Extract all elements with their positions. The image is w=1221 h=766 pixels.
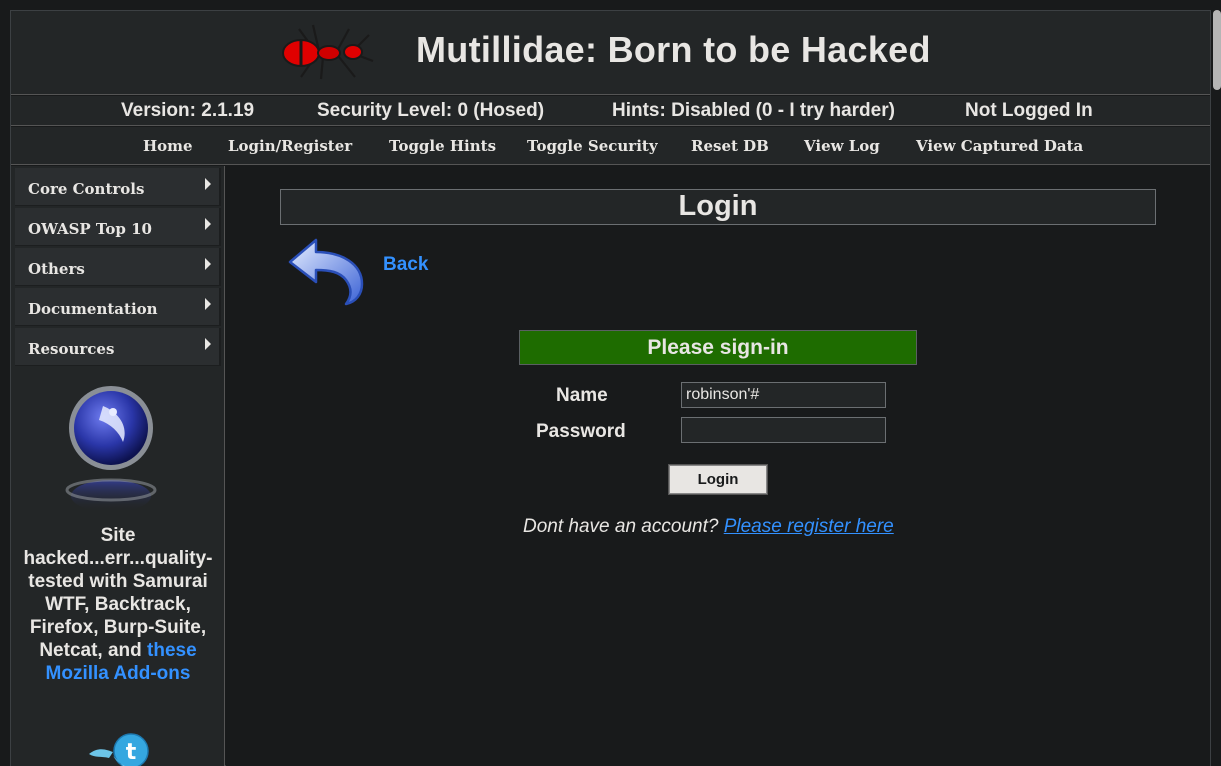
login-button[interactable]: Login: [668, 464, 768, 495]
page-frame: Mutillidae: Born to be Hacked Version: 2…: [10, 10, 1211, 766]
chevron-right-icon: [205, 338, 211, 350]
window-scrollbar[interactable]: [1213, 10, 1221, 90]
register-link[interactable]: Please register here: [724, 516, 894, 537]
status-bar: Version: 2.1.19 Security Level: 0 (Hosed…: [11, 96, 1210, 126]
menu-toggle-security[interactable]: Toggle Security: [527, 137, 658, 155]
name-label: Name: [556, 385, 608, 406]
register-prompt-text: Dont have an account?: [523, 516, 719, 537]
sidebar-item-label: Core Controls: [28, 180, 145, 198]
chevron-right-icon: [205, 258, 211, 270]
main-content: Login Back Please sign-in Name Password …: [226, 166, 1210, 766]
app-title: Mutillidae: Born to be Hacked: [416, 29, 931, 70]
menu-view-captured-data[interactable]: View Captured Data: [916, 137, 1083, 155]
back-link[interactable]: Back: [383, 254, 428, 276]
sidebar-item-label: Resources: [28, 340, 115, 358]
menu-view-log[interactable]: View Log: [804, 137, 880, 155]
sidebar-item-owasp-top-10[interactable]: OWASP Top 10: [15, 208, 221, 246]
sidebar-item-others[interactable]: Others: [15, 248, 221, 286]
owasp-logo-icon[interactable]: [63, 384, 159, 512]
credits-text: Site hacked...err...quality-tested with …: [15, 524, 221, 685]
sidebar: Core Controls OWASP Top 10 Others Docume…: [11, 166, 225, 766]
site-header: Mutillidae: Born to be Hacked: [11, 11, 1210, 95]
chevron-right-icon: [205, 298, 211, 310]
top-menu: Home Login/Register Toggle Hints Toggle …: [11, 127, 1210, 165]
ant-logo-icon: [282, 24, 374, 80]
hints-label: Hints: Disabled (0 - I try harder): [612, 100, 895, 121]
back-arrow-icon[interactable]: [286, 234, 366, 306]
password-field[interactable]: [681, 417, 886, 443]
sidebar-item-documentation[interactable]: Documentation: [15, 288, 221, 326]
password-label: Password: [536, 421, 626, 442]
register-prompt: Dont have an account? Please register he…: [523, 516, 894, 538]
menu-home[interactable]: Home: [143, 137, 193, 155]
sidebar-item-core-controls[interactable]: Core Controls: [15, 168, 221, 206]
login-status-label: Not Logged In: [965, 100, 1093, 121]
sidebar-item-label: Documentation: [28, 300, 158, 318]
chevron-right-icon: [205, 178, 211, 190]
chevron-right-icon: [205, 218, 211, 230]
menu-login-register[interactable]: Login/Register: [228, 137, 352, 155]
menu-toggle-hints[interactable]: Toggle Hints: [389, 137, 496, 155]
svg-text:t: t: [126, 740, 137, 765]
name-field[interactable]: [681, 382, 886, 408]
twitter-bird-icon[interactable]: t: [87, 732, 153, 766]
version-label: Version: 2.1.19: [121, 100, 255, 121]
security-level-label: Security Level: 0 (Hosed): [317, 100, 545, 121]
sidebar-item-label: Others: [28, 260, 85, 278]
signin-header: Please sign-in: [519, 330, 917, 365]
sidebar-item-label: OWASP Top 10: [28, 220, 152, 238]
page-title: Login: [280, 189, 1156, 225]
menu-reset-db[interactable]: Reset DB: [691, 137, 769, 155]
sidebar-item-resources[interactable]: Resources: [15, 328, 221, 366]
